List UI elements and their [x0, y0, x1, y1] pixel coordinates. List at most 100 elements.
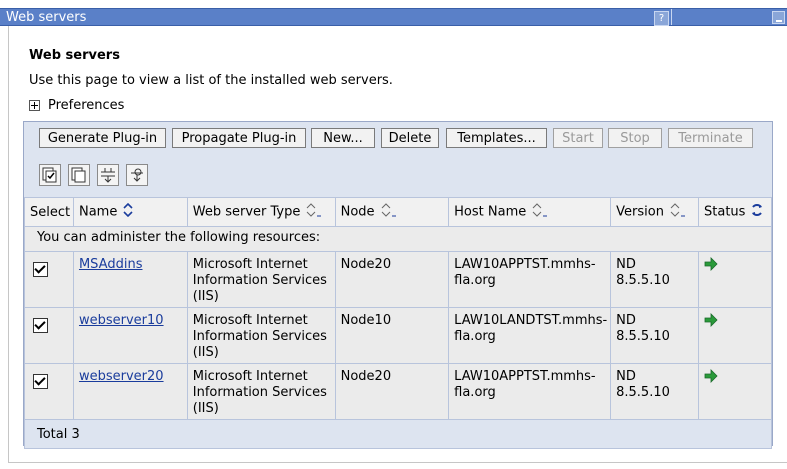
header-label: Select — [30, 204, 71, 220]
row-checkbox[interactable] — [33, 374, 48, 389]
status-running-icon — [704, 257, 718, 275]
server-name-link[interactable]: MSAddins — [79, 257, 143, 272]
host-text: fla.org — [454, 273, 496, 288]
sort-icon[interactable] — [670, 203, 686, 221]
name-cell: MSAddins — [72, 251, 188, 308]
select-cell — [24, 307, 74, 364]
version-text: 8.5.5.10 — [616, 273, 670, 288]
host-cell: LAW10LANDTST.mmhs-fla.org — [448, 307, 612, 364]
sort-icon[interactable] — [123, 202, 133, 221]
version-cell: ND 8.5.5.10 — [610, 307, 700, 364]
portlet-titlebar: Web servers ? — [0, 8, 787, 26]
name-column-header[interactable]: Name — [72, 197, 188, 227]
version-text: ND — [616, 257, 636, 272]
host-column-header[interactable]: Host Name — [448, 197, 612, 227]
info-row: You can administer the following resourc… — [24, 226, 772, 252]
type-text: (IIS) — [192, 289, 219, 304]
select-cell — [24, 251, 74, 308]
type-text: (IIS) — [192, 345, 219, 360]
type-text: Microsoft Internet — [192, 257, 308, 272]
version-text: 8.5.5.10 — [616, 329, 670, 344]
total-count: Total 3 — [24, 419, 772, 449]
propagate-plugin-button[interactable]: Propagate Plug-in — [172, 128, 306, 148]
type-cell: Microsoft Internet Information Services (I… — [186, 363, 336, 420]
frame-border — [8, 26, 9, 463]
clear-filter-icon[interactable] — [126, 164, 148, 186]
total-row: Total 3 — [24, 419, 772, 449]
type-text: Microsoft Internet — [192, 369, 308, 384]
refresh-status-icon[interactable] — [750, 203, 764, 221]
start-button[interactable]: Start — [553, 128, 603, 148]
select-column-header: Select — [24, 197, 74, 227]
templates-button[interactable]: Templates... — [446, 128, 547, 148]
sort-icon[interactable] — [532, 203, 548, 221]
web-servers-table: Select Name Web server Type Node Host Na… — [24, 197, 772, 449]
new-button[interactable]: New... — [311, 128, 375, 148]
minimize-icon[interactable] — [772, 11, 785, 24]
version-cell: ND 8.5.5.10 — [610, 363, 700, 420]
generate-plugin-button[interactable]: Generate Plug-in — [39, 128, 166, 148]
node-column-header[interactable]: Node — [334, 197, 450, 227]
type-text: Microsoft Internet — [192, 313, 308, 328]
show-filter-icon[interactable] — [97, 164, 119, 186]
window-title: Web servers — [6, 10, 87, 25]
node-cell: Node20 — [334, 363, 450, 420]
expand-icon[interactable] — [29, 100, 40, 111]
frame-border — [8, 462, 787, 463]
type-text: Information Services — [192, 329, 327, 344]
host-cell: LAW10APPTST.mmhs-fla.org — [448, 363, 612, 420]
info-text: You can administer the following resourc… — [24, 226, 772, 252]
host-text: LAW10LANDTST.mmhs- — [454, 313, 608, 328]
select-all-icon[interactable] — [39, 164, 61, 186]
host-text: fla.org — [454, 385, 496, 400]
header-label[interactable]: Web server Type — [193, 205, 301, 220]
stop-button[interactable]: Stop — [608, 128, 662, 148]
host-text: LAW10APPTST.mmhs- — [454, 257, 596, 272]
host-text: fla.org — [454, 329, 496, 344]
version-cell: ND 8.5.5.10 — [610, 251, 700, 308]
preferences-label[interactable]: Preferences — [48, 98, 124, 113]
delete-button[interactable]: Delete — [381, 128, 439, 148]
select-cell — [24, 363, 74, 420]
status-running-icon — [704, 313, 718, 331]
name-cell: webserver10 — [72, 307, 188, 364]
sort-icon[interactable] — [306, 203, 322, 221]
version-text: ND — [616, 313, 636, 328]
header-label: Status — [704, 204, 746, 220]
deselect-all-icon[interactable] — [68, 164, 90, 186]
node-cell: Node10 — [334, 307, 450, 364]
type-cell: Microsoft Internet Information Services (I… — [186, 307, 336, 364]
help-icon[interactable]: ? — [654, 11, 669, 26]
table-row: webserver20 Microsoft Internet Informatio… — [24, 363, 772, 420]
status-cell — [698, 307, 772, 364]
server-name-link[interactable]: webserver20 — [79, 369, 164, 384]
status-column-header[interactable]: Status — [698, 197, 772, 227]
version-text: 8.5.5.10 — [616, 385, 670, 400]
header-label[interactable]: Host Name — [454, 205, 526, 220]
type-text: (IIS) — [192, 401, 219, 416]
table-row: webserver10 Microsoft Internet Informatio… — [24, 307, 772, 364]
preferences-toggle[interactable]: Preferences — [29, 98, 124, 113]
host-cell: LAW10APPTST.mmhs-fla.org — [448, 251, 612, 308]
header-label[interactable]: Name — [79, 205, 117, 220]
host-text: LAW10APPTST.mmhs- — [454, 369, 596, 384]
type-text: Information Services — [192, 385, 327, 400]
status-cell — [698, 251, 772, 308]
page-title: Web servers — [29, 48, 120, 63]
sort-icon[interactable] — [381, 203, 397, 221]
status-cell — [698, 363, 772, 420]
row-checkbox[interactable] — [33, 318, 48, 333]
type-text: Information Services — [192, 273, 327, 288]
terminate-button[interactable]: Terminate — [668, 128, 753, 148]
table-header-row: Select Name Web server Type Node Host Na… — [24, 197, 772, 227]
server-name-link[interactable]: webserver10 — [79, 313, 164, 328]
row-checkbox[interactable] — [33, 262, 48, 277]
version-column-header[interactable]: Version — [610, 197, 700, 227]
header-label[interactable]: Version — [616, 205, 664, 220]
header-label[interactable]: Node — [341, 205, 375, 220]
page-description: Use this page to view a list of the inst… — [29, 73, 393, 88]
collection-panel: Generate Plug-in Propagate Plug-in New..… — [23, 121, 773, 449]
name-cell: webserver20 — [72, 363, 188, 420]
titlebar-divider — [671, 9, 672, 25]
type-column-header[interactable]: Web server Type — [186, 197, 336, 227]
